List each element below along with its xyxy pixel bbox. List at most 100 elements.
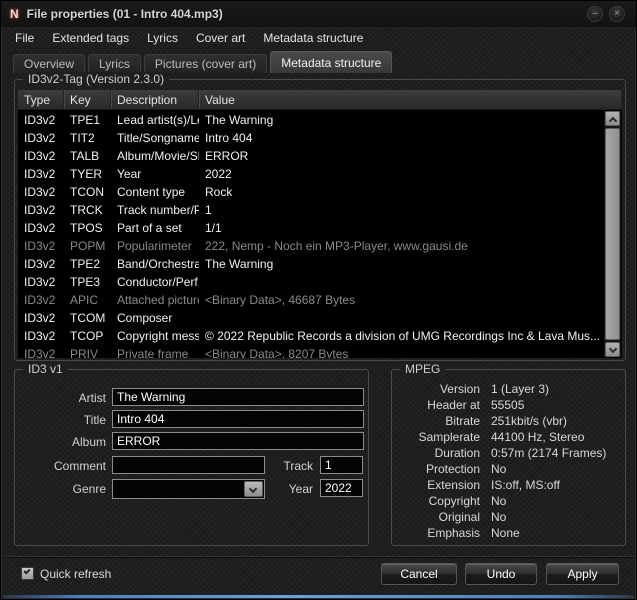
mpeg-row-label: Version [402,381,480,397]
chevron-up-icon [609,117,617,125]
table-row[interactable]: ID3v2 TPE3 Conductor/Perf... [18,273,604,291]
cell-value: 222, Nemp - Noch ein MP3-Player, www.gau… [199,237,604,255]
cell-value: ERROR [199,147,604,165]
titlebar[interactable]: N File properties (01 - Intro 404.mp3) –… [1,1,636,27]
cell-key: TCON [64,183,111,201]
mpeg-row: Original No [402,509,619,525]
cell-key: TYER [64,165,111,183]
mpeg-row-value: 1 (Layer 3) [491,381,619,397]
track-field[interactable] [320,456,363,474]
mpeg-row-label: Copyright [402,493,480,509]
cell-key: TALB [64,147,111,165]
cell-value: <Binary Data>, 8207 Bytes [199,345,604,358]
mpeg-row: Header at 55505 [402,397,619,413]
table-row[interactable]: ID3v2 TCOP Copyright mess... © 2022 Repu… [18,327,604,345]
artist-field[interactable] [112,388,364,406]
album-field[interactable] [112,432,364,450]
mpeg-groupbox: MPEG Version 1 (Layer 3) Header at 55505… [391,369,626,546]
cell-key: TRCK [64,201,111,219]
mpeg-row: Samplerate 44100 Hz, Stereo [402,429,619,445]
title-field[interactable] [112,410,364,428]
cell-description: Composer [111,309,199,327]
table-row[interactable]: ID3v2 APIC Attached picture <Binary Data… [18,291,604,309]
cell-value: <Binary Data>, 46687 Bytes [199,291,604,309]
mpeg-row-label: Header at [402,397,480,413]
table-row[interactable]: ID3v2 TPE2 Band/Orchestra... The Warning [18,255,604,273]
mpeg-row-value: None [491,525,619,541]
cell-type: ID3v2 [18,219,64,237]
mpeg-row: Protection No [402,461,619,477]
cell-type: ID3v2 [18,273,64,291]
comment-field[interactable] [112,456,265,474]
tab-metadata-structure[interactable]: Metadata structure [270,51,392,73]
tab-overview[interactable]: Overview [13,54,85,73]
column-header-value[interactable]: Value [199,90,622,109]
menu-file[interactable]: File [6,29,43,47]
menu-cover-art[interactable]: Cover art [187,29,254,47]
vertical-scrollbar[interactable] [604,111,621,357]
scrollbar-thumb[interactable] [605,128,620,340]
cell-type: ID3v2 [18,201,64,219]
mpeg-row-label: Emphasis [402,525,480,541]
table-row[interactable]: ID3v2 TCOM Composer [18,309,604,327]
cell-value: Rock [199,183,604,201]
footer-separator [1,556,636,557]
tab-lyrics[interactable]: Lyrics [88,54,141,73]
mpeg-row-label: Duration [402,445,480,461]
cell-description: Content type [111,183,199,201]
mpeg-row: Bitrate 251kbit/s (vbr) [402,413,619,429]
column-header-description[interactable]: Description [111,90,199,109]
id3v1-groupbox: ID3 v1 Artist Title Album Comment Genre … [14,369,369,546]
cancel-button[interactable]: Cancel [381,563,457,585]
cell-key: TCOP [64,327,111,345]
cell-key: TPOS [64,219,111,237]
id3v2-table-body: ID3v2 TPE1 Lead artist(s)/Le... The Warn… [18,111,604,358]
cell-type: ID3v2 [18,129,64,147]
table-row[interactable]: ID3v2 TPOS Part of a set 1/1 [18,219,604,237]
table-row[interactable]: ID3v2 TPE1 Lead artist(s)/Le... The Warn… [18,111,604,129]
year-field[interactable] [320,479,363,497]
window-bottom-glow [3,595,634,598]
mpeg-row: Duration 0:57m (2174 Frames) [402,445,619,461]
cell-value: 1/1 [199,219,604,237]
minimize-button[interactable]: – [587,6,603,22]
cell-type: ID3v2 [18,309,64,327]
scrollbar-up-button[interactable] [605,111,620,126]
cell-value: 2022 [199,165,604,183]
table-row[interactable]: ID3v2 TYER Year 2022 [18,165,604,183]
cell-type: ID3v2 [18,183,64,201]
undo-button[interactable]: Undo [465,563,537,585]
menu-extended-tags[interactable]: Extended tags [43,29,138,47]
quick-refresh-checkbox[interactable] [21,567,34,580]
cell-type: ID3v2 [18,327,64,345]
id3v2-table-header: Type Key Description Value [18,90,622,110]
cell-value: © 2022 Republic Records a division of UM… [199,327,604,345]
menu-lyrics[interactable]: Lyrics [138,29,187,47]
column-header-type[interactable]: Type [18,90,64,109]
id3v1-group-title: ID3 v1 [23,362,68,376]
apply-button[interactable]: Apply [546,563,619,585]
close-button[interactable]: × [609,6,625,22]
file-properties-window: N File properties (01 - Intro 404.mp3) –… [0,0,637,600]
mpeg-row-value: 44100 Hz, Stereo [491,429,619,445]
table-row[interactable]: ID3v2 TRCK Track number/P... 1 [18,201,604,219]
cell-description: Year [111,165,199,183]
table-row[interactable]: ID3v2 PRIV Private frame <Binary Data>, … [18,345,604,358]
app-icon: N [10,7,19,21]
table-row[interactable]: ID3v2 TIT2 Title/Songname/... Intro 404 [18,129,604,147]
column-header-key[interactable]: Key [64,90,111,109]
cell-key: TPE3 [64,273,111,291]
mpeg-row-value: No [491,509,619,525]
table-row[interactable]: ID3v2 POPM Popularimeter 222, Nemp - Noc… [18,237,604,255]
tab-pictures-cover-art[interactable]: Pictures (cover art) [144,54,267,73]
menu-metadata-structure[interactable]: Metadata structure [254,29,372,47]
scrollbar-down-button[interactable] [605,342,620,357]
table-row[interactable]: ID3v2 TCON Content type Rock [18,183,604,201]
mpeg-row-value: No [491,493,619,509]
cell-value: The Warning [199,255,604,273]
quick-refresh-label[interactable]: Quick refresh [40,567,111,581]
mpeg-row-label: Protection [402,461,480,477]
genre-dropdown[interactable] [112,479,265,499]
table-row[interactable]: ID3v2 TALB Album/Movie/Sh... ERROR [18,147,604,165]
cell-value [199,309,604,327]
